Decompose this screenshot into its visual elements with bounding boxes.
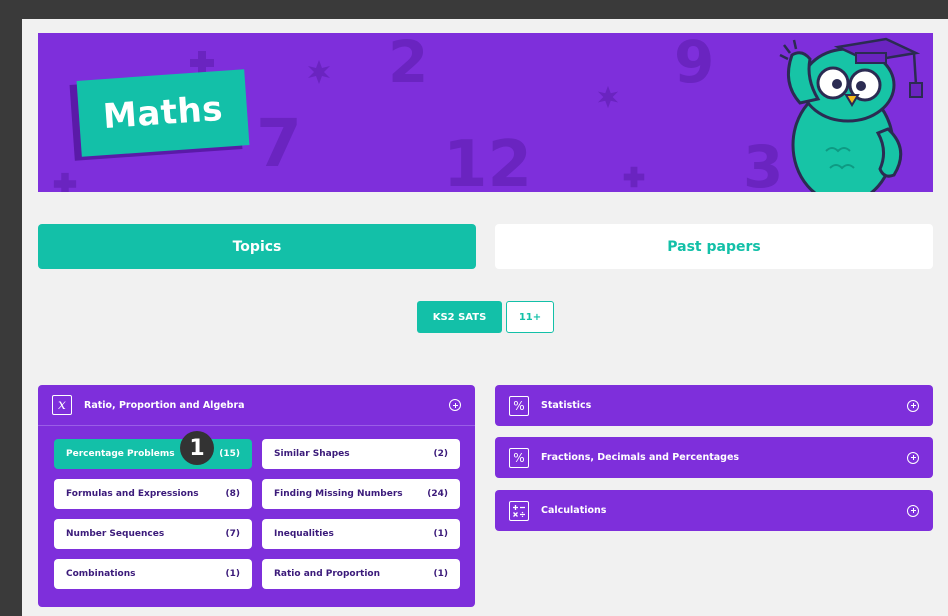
subtopic-count: (7) [225, 529, 241, 539]
subject-title-box: Maths [76, 69, 250, 157]
hero-banner: 2 7 12 9 3 Maths [38, 33, 933, 192]
subtopic-ratio-proportion[interactable]: Ratio and Proportion (1) [262, 559, 460, 589]
bg-plus-icon [53, 172, 77, 192]
subtopic-count: (1) [433, 529, 449, 539]
topic-panel-fractions[interactable]: % Fractions, Decimals and Percentages [495, 437, 933, 478]
subtopic-label: Number Sequences [66, 529, 165, 539]
topic-header-statistics[interactable]: % Statistics [495, 385, 933, 426]
page-frame: 2 7 12 9 3 Maths Topics Past papers KS2 … [22, 19, 948, 616]
topic-title: Statistics [541, 400, 592, 411]
topic-header-fractions[interactable]: % Fractions, Decimals and Percentages [495, 437, 933, 478]
topic-title: Ratio, Proportion and Algebra [84, 399, 245, 411]
percent-icon: % [509, 395, 529, 416]
subtopic-label: Similar Shapes [274, 449, 350, 459]
subtopic-finding-missing-numbers[interactable]: Finding Missing Numbers (24) [262, 479, 460, 509]
tab-past-papers[interactable]: Past papers [495, 224, 933, 269]
subtopic-label: Combinations [66, 569, 136, 579]
topic-panel-calculations[interactable]: Calculations [495, 490, 933, 531]
subtopic-count: (8) [225, 489, 241, 499]
subtopic-number-sequences[interactable]: Number Sequences (7) [54, 519, 252, 549]
percent-icon: % [509, 447, 529, 468]
bg-digit-2: 2 [388, 33, 429, 96]
bg-digit-12: 12 [443, 128, 533, 192]
bg-digit-9: 9 [674, 33, 715, 96]
expand-plus-icon[interactable] [907, 504, 919, 517]
level-ks2-sats-button[interactable]: KS2 SATS [417, 301, 502, 333]
level-11-plus-button[interactable]: 11+ [506, 301, 554, 333]
subtopic-label: Percentage Problems [66, 449, 175, 459]
subtopic-count: (1) [225, 569, 241, 579]
subtopic-count: (15) [219, 449, 240, 459]
operators-glyph [513, 504, 525, 517]
subtopic-percentage-problems[interactable]: Percentage Problems (15) [54, 439, 252, 469]
subtopic-formulas-expressions[interactable]: Formulas and Expressions (8) [54, 479, 252, 509]
subtopic-label: Ratio and Proportion [274, 569, 381, 579]
expand-plus-icon[interactable] [907, 451, 919, 464]
subtopic-count: (24) [427, 489, 448, 499]
bg-asterisk-icon [308, 60, 330, 84]
bg-asterisk-icon [597, 85, 619, 109]
subtopic-similar-shapes[interactable]: Similar Shapes (2) [262, 439, 460, 469]
subject-title: Maths [101, 88, 225, 138]
subtopic-combinations[interactable]: Combinations (1) [54, 559, 252, 589]
expand-plus-icon[interactable] [449, 399, 461, 411]
subtopic-count: (2) [433, 449, 449, 459]
subtopic-count: (1) [433, 569, 449, 579]
expand-plus-icon[interactable] [907, 399, 919, 412]
subtopic-label: Inequalities [274, 529, 334, 539]
topic-panel-ratio-proportion-algebra: x Ratio, Proportion and Algebra Percenta… [38, 385, 475, 607]
subtopic-label: Finding Missing Numbers [274, 489, 403, 499]
bg-plus-icon [623, 166, 645, 188]
variable-x-icon: x [52, 395, 72, 415]
annotation-marker: 1 [180, 431, 214, 465]
topic-header-calculations[interactable]: Calculations [495, 490, 933, 531]
topic-header-ratio[interactable]: x Ratio, Proportion and Algebra [38, 385, 475, 426]
bg-digit-7: 7 [256, 105, 302, 182]
topic-title: Fractions, Decimals and Percentages [541, 452, 740, 463]
topic-panel-statistics[interactable]: % Statistics [495, 385, 933, 426]
topic-title: Calculations [541, 505, 607, 516]
owl-mascot-icon [779, 37, 923, 192]
tab-topics[interactable]: Topics [38, 224, 476, 269]
operators-icon [509, 500, 529, 521]
subtopic-label: Formulas and Expressions [66, 489, 199, 499]
subtopic-inequalities[interactable]: Inequalities (1) [262, 519, 460, 549]
